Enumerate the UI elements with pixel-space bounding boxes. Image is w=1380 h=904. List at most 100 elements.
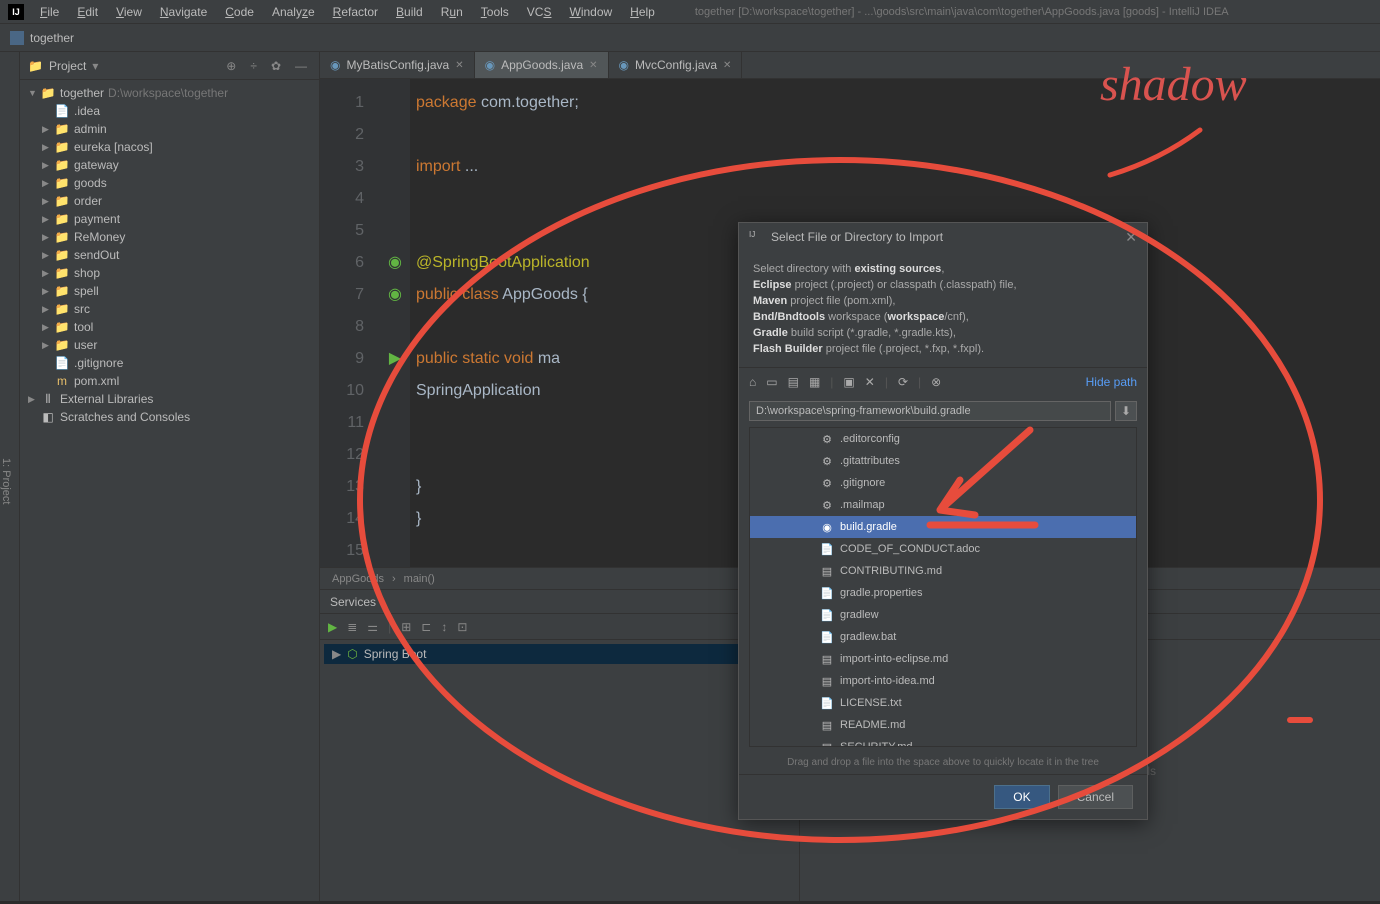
menu-edit[interactable]: Edit — [69, 3, 106, 21]
home-icon[interactable]: ⌂ — [749, 375, 756, 389]
close-tab-icon[interactable]: ✕ — [723, 60, 731, 71]
desktop-icon[interactable]: ▭ — [766, 375, 777, 389]
folder-icon: 📁 — [54, 122, 70, 136]
file-row[interactable]: ⚙.gitattributes — [750, 450, 1136, 472]
run-icon[interactable]: ◉ — [380, 279, 410, 311]
hide-path-link[interactable]: Hide path — [1086, 375, 1137, 389]
tree-item[interactable]: 📄.gitignore — [20, 354, 319, 372]
tree-external[interactable]: ▶⫴External Libraries — [20, 390, 319, 408]
file-list[interactable]: ⚙.editorconfig⚙.gitattributes⚙.gitignore… — [749, 427, 1137, 747]
tree-item[interactable]: ▶📁sendOut — [20, 246, 319, 264]
tree-item[interactable]: ▶📁order — [20, 192, 319, 210]
file-row[interactable]: ⚙.mailmap — [750, 494, 1136, 516]
run-icon[interactable]: ▶ — [380, 343, 410, 375]
tree-item[interactable]: ▶📁goods — [20, 174, 319, 192]
editor-tab[interactable]: ◉MyBatisConfig.java✕ — [320, 52, 475, 78]
file-row[interactable]: ▤import-into-eclipse.md — [750, 648, 1136, 670]
menu-analyze[interactable]: Analyze — [264, 3, 323, 21]
project-icon — [10, 31, 24, 45]
editor-tab[interactable]: ◉AppGoods.java✕ — [475, 52, 609, 78]
delete-icon[interactable]: ✕ — [865, 375, 875, 389]
file-row[interactable]: ▤SECURITY.md — [750, 736, 1136, 747]
nav-project-name[interactable]: together — [30, 31, 74, 45]
file-row[interactable]: ◉build.gradle — [750, 516, 1136, 538]
folder-icon: 📁 — [54, 284, 70, 298]
history-icon[interactable]: ⬇ — [1115, 401, 1137, 421]
sort-icon[interactable]: ↕ — [441, 620, 447, 634]
folder-icon: 📁 — [54, 266, 70, 280]
menu-code[interactable]: Code — [217, 3, 262, 21]
file-row[interactable]: ⚙.gitignore — [750, 472, 1136, 494]
expand-icon[interactable]: ⊞ — [401, 620, 411, 634]
file-row[interactable]: ▤CONTRIBUTING.md — [750, 560, 1136, 582]
menu-refactor[interactable]: Refactor — [325, 3, 386, 21]
locate-icon[interactable]: ⊕ — [222, 59, 240, 73]
file-row[interactable]: ▤README.md — [750, 714, 1136, 736]
run-icon[interactable]: ▶ — [328, 620, 337, 634]
file-icon: 📄 — [54, 356, 70, 370]
menu-run[interactable]: Run — [433, 3, 471, 21]
path-input[interactable] — [749, 401, 1111, 421]
tree-root[interactable]: ▼📁togetherD:\workspace\together — [20, 84, 319, 102]
filter-icon[interactable]: ⚌ — [367, 620, 378, 634]
menu-navigate[interactable]: Navigate — [152, 3, 215, 21]
service-item-springboot[interactable]: ▶ ⬡ Spring Boot — [324, 644, 795, 664]
newfolder-icon[interactable]: ▣ — [843, 375, 854, 389]
file-row[interactable]: 📄CODE_OF_CONDUCT.adoc — [750, 538, 1136, 560]
dropdown-icon[interactable]: ▾ — [92, 59, 98, 73]
cancel-button[interactable]: Cancel — [1058, 785, 1133, 809]
tree-item[interactable]: mpom.xml — [20, 372, 319, 390]
editor-tab[interactable]: ◉MvcConfig.java✕ — [609, 52, 743, 78]
tree-item[interactable]: ▶📁admin — [20, 120, 319, 138]
run-icon[interactable]: ◉ — [380, 247, 410, 279]
file-row[interactable]: 📄gradlew.bat — [750, 626, 1136, 648]
dialog-titlebar[interactable]: IJ Select File or Directory to Import ✕ — [739, 223, 1147, 251]
breadcrumb-item[interactable]: main() — [404, 573, 435, 585]
left-tool-strip[interactable]: 1: Project — [0, 52, 20, 901]
gear-icon[interactable]: ✿ — [267, 59, 285, 73]
menu-view[interactable]: View — [108, 3, 150, 21]
file-row[interactable]: 📄gradle.properties — [750, 582, 1136, 604]
menu-build[interactable]: Build — [388, 3, 431, 21]
menu-window[interactable]: Window — [561, 3, 620, 21]
menu-bar: IJ File Edit View Navigate Code Analyze … — [0, 0, 1380, 24]
tree-item[interactable]: ▶📁user — [20, 336, 319, 354]
run-gutter[interactable]: ◉ ◉ ▶ — [380, 79, 410, 567]
file-row[interactable]: ⚙.editorconfig — [750, 428, 1136, 450]
tree-item[interactable]: ▶📁payment — [20, 210, 319, 228]
hide-icon[interactable]: — — [291, 59, 311, 73]
close-icon[interactable]: ✕ — [1125, 229, 1137, 246]
file-row[interactable]: 📄LICENSE.txt — [750, 692, 1136, 714]
sidebar-title[interactable]: Project — [49, 59, 86, 73]
collapse-icon[interactable]: ÷ — [246, 59, 261, 73]
file-row[interactable]: ▤import-into-idea.md — [750, 670, 1136, 692]
tree-item[interactable]: ▶📁spell — [20, 282, 319, 300]
collapse-icon[interactable]: ⊏ — [421, 620, 431, 634]
close-tab-icon[interactable]: ✕ — [589, 60, 597, 71]
tree-scratches[interactable]: ◧Scratches and Consoles — [20, 408, 319, 426]
menu-help[interactable]: Help — [622, 3, 663, 21]
project-icon[interactable]: ▤ — [788, 375, 799, 389]
tree-item[interactable]: ▶📁gateway — [20, 156, 319, 174]
tree-item[interactable]: ▶📁shop — [20, 264, 319, 282]
tree-item[interactable]: ▶📁eureka [nacos] — [20, 138, 319, 156]
menu-file[interactable]: File — [32, 3, 67, 21]
project-tree[interactable]: ▼📁togetherD:\workspace\together 📄.idea▶📁… — [20, 80, 319, 901]
services-tree[interactable]: ▶ ⬡ Spring Boot — [320, 640, 800, 901]
file-row[interactable]: 📄gradlew — [750, 604, 1136, 626]
java-icon: ◉ — [330, 58, 340, 72]
tree-item[interactable]: ▶📁ReMoney — [20, 228, 319, 246]
showhidden-icon[interactable]: ⊗ — [931, 375, 941, 389]
tree-item[interactable]: ▶📁src — [20, 300, 319, 318]
ok-button[interactable]: OK — [994, 785, 1049, 809]
tree-item[interactable]: 📄.idea — [20, 102, 319, 120]
menu-tools[interactable]: Tools — [473, 3, 517, 21]
module-icon[interactable]: ▦ — [809, 375, 820, 389]
tree-icon[interactable]: ≣ — [347, 620, 357, 634]
settings-icon[interactable]: ⊡ — [457, 620, 467, 634]
tree-item[interactable]: ▶📁tool — [20, 318, 319, 336]
refresh-icon[interactable]: ⟳ — [898, 375, 908, 389]
close-tab-icon[interactable]: ✕ — [455, 60, 463, 71]
menu-vcs[interactable]: VCS — [519, 3, 560, 21]
breadcrumb-item[interactable]: AppGoods — [332, 573, 384, 585]
